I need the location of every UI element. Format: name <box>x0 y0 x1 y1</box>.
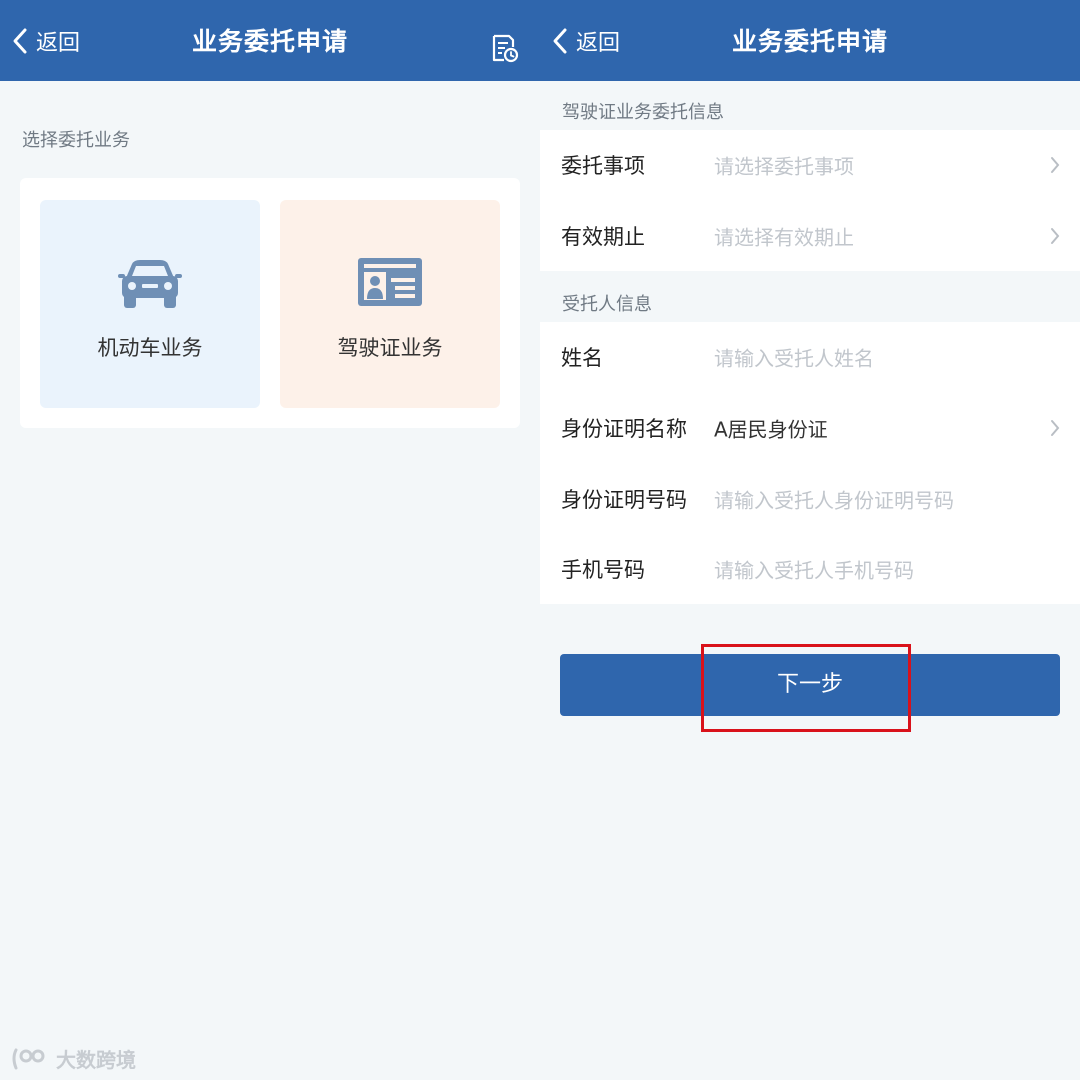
row-label: 身份证明号码 <box>561 488 687 512</box>
chevron-right-icon <box>1051 228 1060 244</box>
license-info-group: 委托事项 请选择委托事项 有效期止 请选择有效期止 <box>540 130 1080 271</box>
left-screen: 返回 业务委托申请 选择委托业务 机动车业务 驾驶证业务 <box>0 0 540 1080</box>
car-icon <box>118 258 182 314</box>
section-label-trustee-info: 受托人信息 <box>562 294 652 315</box>
chevron-right-icon <box>1051 157 1060 173</box>
record-history-icon[interactable] <box>490 34 520 68</box>
section-label: 选择委托业务 <box>22 130 130 151</box>
valid-until-select[interactable]: 请选择有效期止 <box>714 222 854 251</box>
watermark-logo-icon <box>12 1048 45 1069</box>
row-name[interactable]: 姓名 请输入受托人姓名 <box>540 322 1080 392</box>
row-id-type[interactable]: 身份证明名称 A居民身份证 <box>540 393 1080 463</box>
row-label: 委托事项 <box>561 154 645 178</box>
row-valid-until[interactable]: 有效期止 请选择有效期止 <box>540 201 1080 271</box>
id-number-input[interactable]: 请输入受托人身份证明号码 <box>714 485 954 514</box>
phone-input[interactable]: 请输入受托人手机号码 <box>714 555 914 584</box>
header-bar: 返回 业务委托申请 <box>540 0 1080 81</box>
id-card-icon <box>358 258 422 310</box>
page-title: 业务委托申请 <box>731 27 888 56</box>
trustee-info-group: 姓名 请输入受托人姓名 身份证明名称 A居民身份证 身份证明号码 请输入受托人身… <box>540 322 1080 604</box>
entrust-item-select[interactable]: 请选择委托事项 <box>714 151 854 180</box>
row-label: 手机号码 <box>561 558 645 582</box>
name-input[interactable]: 请输入受托人姓名 <box>714 343 874 372</box>
vehicle-business-tile[interactable]: 机动车业务 <box>40 200 260 408</box>
chevron-right-icon <box>1051 420 1060 436</box>
right-screen: 返回 业务委托申请 驾驶证业务委托信息 委托事项 请选择委托事项 有效期止 请选… <box>540 0 1080 1080</box>
header-bar: 返回 业务委托申请 <box>0 0 540 81</box>
highlight-box <box>701 644 911 732</box>
row-phone[interactable]: 手机号码 请输入受托人手机号码 <box>540 534 1080 604</box>
row-label: 身份证明名称 <box>561 417 687 441</box>
tile-label: 机动车业务 <box>97 336 203 360</box>
tile-label: 驾驶证业务 <box>337 336 443 360</box>
page-title: 业务委托申请 <box>191 27 348 56</box>
row-id-number[interactable]: 身份证明号码 请输入受托人身份证明号码 <box>540 464 1080 534</box>
row-label: 有效期止 <box>561 225 645 249</box>
license-business-tile[interactable]: 驾驶证业务 <box>280 200 500 408</box>
section-label-license-info: 驾驶证业务委托信息 <box>562 102 724 123</box>
watermark-text: 大数跨境 <box>56 1048 136 1072</box>
id-type-select[interactable]: A居民身份证 <box>714 414 828 443</box>
row-entrust-item[interactable]: 委托事项 请选择委托事项 <box>540 130 1080 200</box>
business-card: 机动车业务 驾驶证业务 <box>20 178 520 428</box>
watermark: 大数跨境 <box>10 1044 136 1073</box>
row-label: 姓名 <box>561 346 603 370</box>
